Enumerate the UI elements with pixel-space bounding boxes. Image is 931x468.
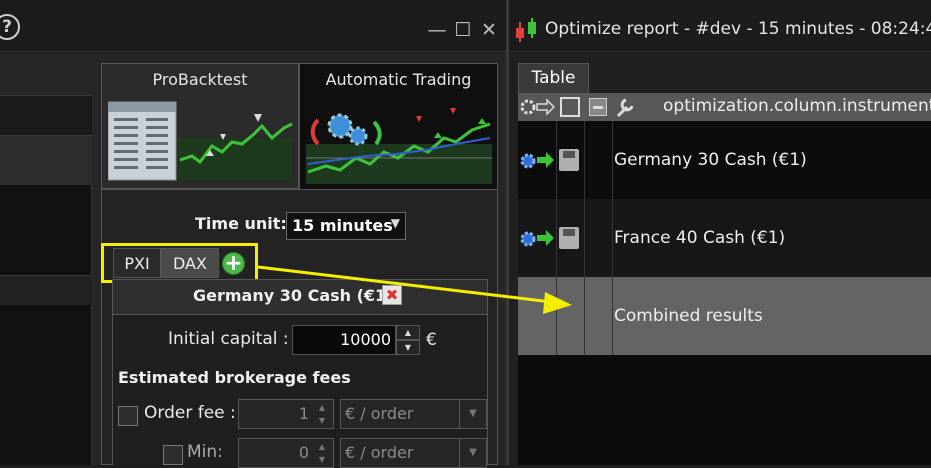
order-fee-unit-value: € / order [345,404,414,423]
row-label: France 40 Cash (€1) [614,228,786,248]
time-unit-value: 15 minutes [292,216,393,235]
tab-probacktest-label: ProBacktest [152,70,248,89]
instrument-column-header: optimization.column.instrument [663,96,931,116]
save-header-icon [560,97,580,117]
order-fee-checkbox[interactable] [118,406,138,426]
time-unit-label: Time unit: [195,214,287,233]
row-label: Combined results [614,306,763,326]
side-list-header [0,95,92,135]
wrench-icon [616,98,634,118]
chevron-down-icon: ▼ [459,439,486,467]
order-fee-unit-select[interactable]: € / order ▼ [340,399,487,429]
save-disk-icon[interactable] [559,227,579,249]
instrument-title: Germany 30 Cash (€1) [193,286,394,305]
time-unit-select[interactable]: 15 minutes ▼ [286,212,406,240]
save-disk-icon[interactable] [559,149,579,171]
side-list-item[interactable] [0,135,92,185]
column-separator [612,121,613,355]
min-fee-decrement-icon[interactable]: ▼ [312,453,332,466]
run-gears-icon[interactable] [519,148,555,172]
probacktest-chart-icon [108,101,293,181]
capital-decrement-icon[interactable]: ▼ [396,340,420,355]
min-fee-unit-value: € / order [345,443,414,462]
maximize-button[interactable]: ☐ [452,20,474,40]
minimize-button[interactable]: — [426,20,448,40]
currency-symbol: € [426,330,437,350]
chevron-down-icon: ▼ [390,216,400,230]
tab-probacktest[interactable]: ProBacktest [101,63,299,189]
order-fee-label: Order fee : [144,403,236,423]
tab-automatic-trading[interactable]: Automatic Trading [299,63,498,189]
min-fee-label: Min: [187,442,223,462]
window-title: Optimize report - #dev - 15 minutes - 08… [545,19,931,39]
initial-capital-input[interactable]: 10000 [292,325,396,355]
side-list-item[interactable] [0,275,92,305]
brokerage-fees-heading: Estimated brokerage fees [118,368,351,387]
min-fee-increment-icon[interactable]: ▲ [312,440,332,453]
min-fee-checkbox[interactable] [163,445,183,465]
candlestick-app-icon [516,18,536,42]
run-gears-icon[interactable] [519,226,555,250]
initial-capital-label: Initial capital : [168,329,289,349]
run-gears-header-icon [520,98,555,116]
chevron-down-icon: ▼ [459,400,486,428]
capital-increment-icon[interactable]: ▲ [396,325,420,340]
close-button[interactable]: ✕ [478,20,500,40]
column-separator [556,121,557,355]
column-separator [584,121,585,355]
order-fee-increment-icon[interactable]: ▲ [312,401,332,414]
order-fee-decrement-icon[interactable]: ▼ [312,414,332,427]
highlight-annotation-box [101,243,258,283]
tab-table[interactable]: Table [518,63,589,93]
tab-automatic-trading-label: Automatic Trading [325,70,472,89]
automatic-trading-chart-icon [306,108,492,184]
minus-header-icon [589,98,607,116]
min-fee-unit-select[interactable]: € / order ▼ [340,438,487,468]
remove-instrument-close-icon[interactable]: ✖ [382,285,402,305]
row-label: Germany 30 Cash (€1) [614,150,807,170]
